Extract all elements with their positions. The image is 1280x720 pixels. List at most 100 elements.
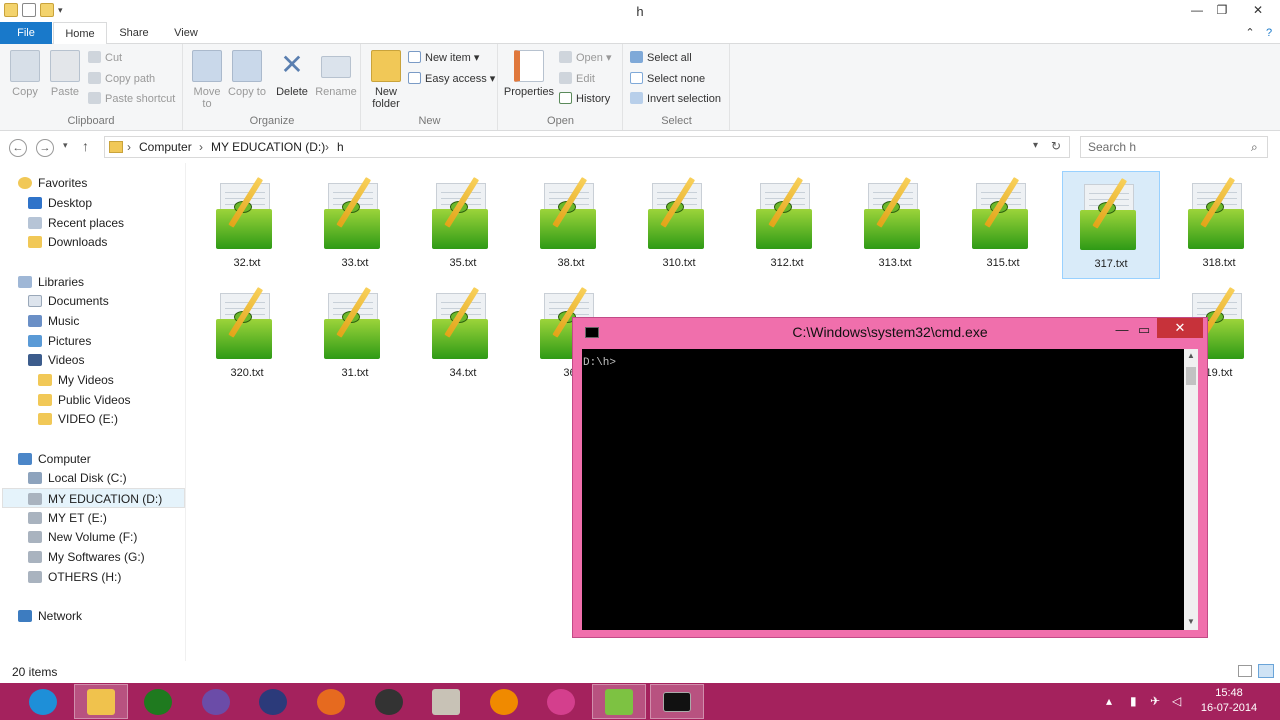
breadcrumb-separator-icon[interactable]: › (199, 140, 203, 154)
new-item-button[interactable]: New item ▾ (408, 49, 479, 67)
search-input[interactable]: Search h ⌕ (1080, 136, 1268, 158)
address-dropdown-icon[interactable]: ▾ (1033, 140, 1038, 151)
copy-button[interactable]: Copy (6, 50, 44, 98)
select-all-button[interactable]: Select all (630, 49, 692, 67)
copy-to-button[interactable]: Copy to (228, 50, 266, 98)
nav-libraries[interactable]: Libraries (18, 272, 201, 292)
scroll-up-icon[interactable]: ▲ (1187, 351, 1195, 360)
nav-videos[interactable]: Videos (28, 350, 211, 370)
nav-local-disk-c[interactable]: Local Disk (C:) (28, 468, 211, 488)
taskbar-button[interactable] (362, 684, 416, 719)
taskbar-button[interactable] (246, 684, 300, 719)
nav-documents[interactable]: Documents (28, 291, 211, 311)
select-none-button[interactable]: Select none (630, 70, 705, 88)
nav-my-education-d[interactable]: MY EDUCATION (D:) (2, 488, 185, 508)
copy-path-button[interactable]: Copy path (88, 70, 155, 88)
minimize-icon[interactable]: — (1183, 0, 1211, 20)
cmd-window[interactable]: C:\Windows\system32\cmd.exe — ▭ ✕ D:\h> … (572, 317, 1208, 638)
nav-my-et-e[interactable]: MY ET (E:) (28, 508, 211, 528)
tab-home[interactable]: Home (53, 22, 107, 45)
cmd-scroll-thumb[interactable] (1186, 367, 1196, 385)
nav-new-volume-f[interactable]: New Volume (F:) (28, 527, 211, 547)
breadcrumb-computer[interactable]: Computer (139, 140, 192, 154)
nav-my-softwares-g[interactable]: My Softwares (G:) (28, 547, 211, 567)
cut-button[interactable]: Cut (88, 49, 122, 67)
delete-button[interactable]: ✕ Delete (272, 50, 312, 99)
clock[interactable]: 15:48 16-07-2014 (1196, 686, 1262, 716)
close-icon[interactable]: ✕ (1238, 0, 1278, 20)
nav-desktop[interactable]: Desktop (28, 193, 211, 213)
details-view-icon[interactable] (1238, 665, 1252, 677)
scroll-down-icon[interactable]: ▼ (1187, 617, 1195, 626)
cmd-close-icon[interactable]: ✕ (1157, 318, 1203, 338)
cmd-scrollbar[interactable]: ▲ ▼ (1184, 349, 1198, 630)
show-hidden-icons-icon[interactable]: ▴ (1106, 694, 1112, 708)
tab-share[interactable]: Share (112, 22, 156, 44)
file-item[interactable]: 317.txt (1062, 171, 1160, 279)
help-icon[interactable]: ? (1260, 22, 1278, 44)
file-item[interactable]: 310.txt (630, 171, 728, 279)
new-folder-button[interactable]: New folder (368, 50, 404, 110)
move-to-button[interactable]: Move to (188, 50, 226, 110)
nav-music[interactable]: Music (28, 311, 211, 331)
large-icons-view-icon[interactable] (1258, 664, 1274, 678)
back-icon[interactable]: ← (9, 139, 27, 157)
airplane-mode-icon[interactable]: ✈ (1150, 694, 1160, 708)
breadcrumb-folder[interactable]: h (337, 140, 344, 154)
nav-favorites[interactable]: Favorites (18, 173, 201, 193)
file-item[interactable]: 320.txt (198, 281, 296, 389)
nav-others-h[interactable]: OTHERS (H:) (28, 567, 211, 587)
breadcrumb-separator-icon[interactable]: › (127, 140, 131, 154)
volume-icon[interactable]: ◁ (1172, 694, 1181, 708)
select-all-icon (630, 51, 643, 63)
nav-computer[interactable]: Computer (18, 449, 201, 469)
maximize-icon[interactable]: ❐ (1208, 0, 1236, 20)
taskbar-button[interactable] (131, 684, 185, 719)
file-item[interactable]: 33.txt (306, 171, 404, 279)
file-item[interactable]: 32.txt (198, 171, 296, 279)
open-button[interactable]: Open ▾ (559, 49, 612, 67)
file-item[interactable]: 38.txt (522, 171, 620, 279)
taskbar-button[interactable] (304, 684, 358, 719)
tab-file[interactable]: File (0, 22, 52, 44)
history-button[interactable]: History (559, 90, 610, 108)
battery-icon[interactable]: ▮ (1130, 694, 1137, 708)
paste-shortcut-button[interactable]: Paste shortcut (88, 90, 175, 108)
nav-recent-places[interactable]: Recent places (28, 213, 211, 233)
file-item[interactable]: 34.txt (414, 281, 512, 389)
rename-button[interactable]: Rename (314, 50, 358, 98)
file-item[interactable]: 31.txt (306, 281, 404, 389)
properties-button[interactable]: Properties (503, 50, 555, 98)
breadcrumb-drive[interactable]: MY EDUCATION (D:) (211, 140, 325, 154)
easy-access-button[interactable]: Easy access ▾ (408, 70, 495, 88)
tab-view[interactable]: View (164, 22, 208, 44)
taskbar-button[interactable] (419, 684, 473, 719)
nav-network[interactable]: Network (18, 606, 201, 626)
forward-icon[interactable]: → (36, 139, 54, 157)
cmd-console[interactable]: D:\h> (582, 349, 1184, 630)
recent-locations-icon[interactable]: ▾ (63, 140, 68, 151)
taskbar-button[interactable] (649, 684, 704, 719)
file-item[interactable]: 312.txt (738, 171, 836, 279)
address-box[interactable]: › Computer › MY EDUCATION (D:) › h ▾ ↻ (104, 136, 1070, 158)
ribbon-collapse-icon[interactable]: ⌃ (1240, 22, 1260, 44)
nav-downloads[interactable]: Downloads (28, 232, 211, 252)
taskbar-button[interactable] (189, 684, 243, 719)
edit-button[interactable]: Edit (559, 70, 595, 88)
nav-pictures[interactable]: Pictures (28, 331, 211, 351)
invert-selection-button[interactable]: Invert selection (630, 90, 721, 108)
up-icon[interactable]: ↑ (82, 138, 89, 154)
taskbar-button[interactable] (477, 684, 531, 719)
taskbar-button[interactable] (73, 684, 128, 719)
paste-button[interactable]: Paste (46, 50, 84, 98)
file-item[interactable]: 35.txt (414, 171, 512, 279)
file-item[interactable]: 313.txt (846, 171, 944, 279)
file-item[interactable]: 315.txt (954, 171, 1052, 279)
cmd-maximize-icon[interactable]: ▭ (1131, 320, 1157, 340)
taskbar-button[interactable] (16, 684, 70, 719)
taskbar-button[interactable] (534, 684, 588, 719)
refresh-icon[interactable]: ↻ (1051, 139, 1061, 153)
file-item[interactable]: 318.txt (1170, 171, 1268, 279)
taskbar-button[interactable] (592, 684, 646, 719)
breadcrumb-separator-icon[interactable]: › (325, 140, 329, 154)
